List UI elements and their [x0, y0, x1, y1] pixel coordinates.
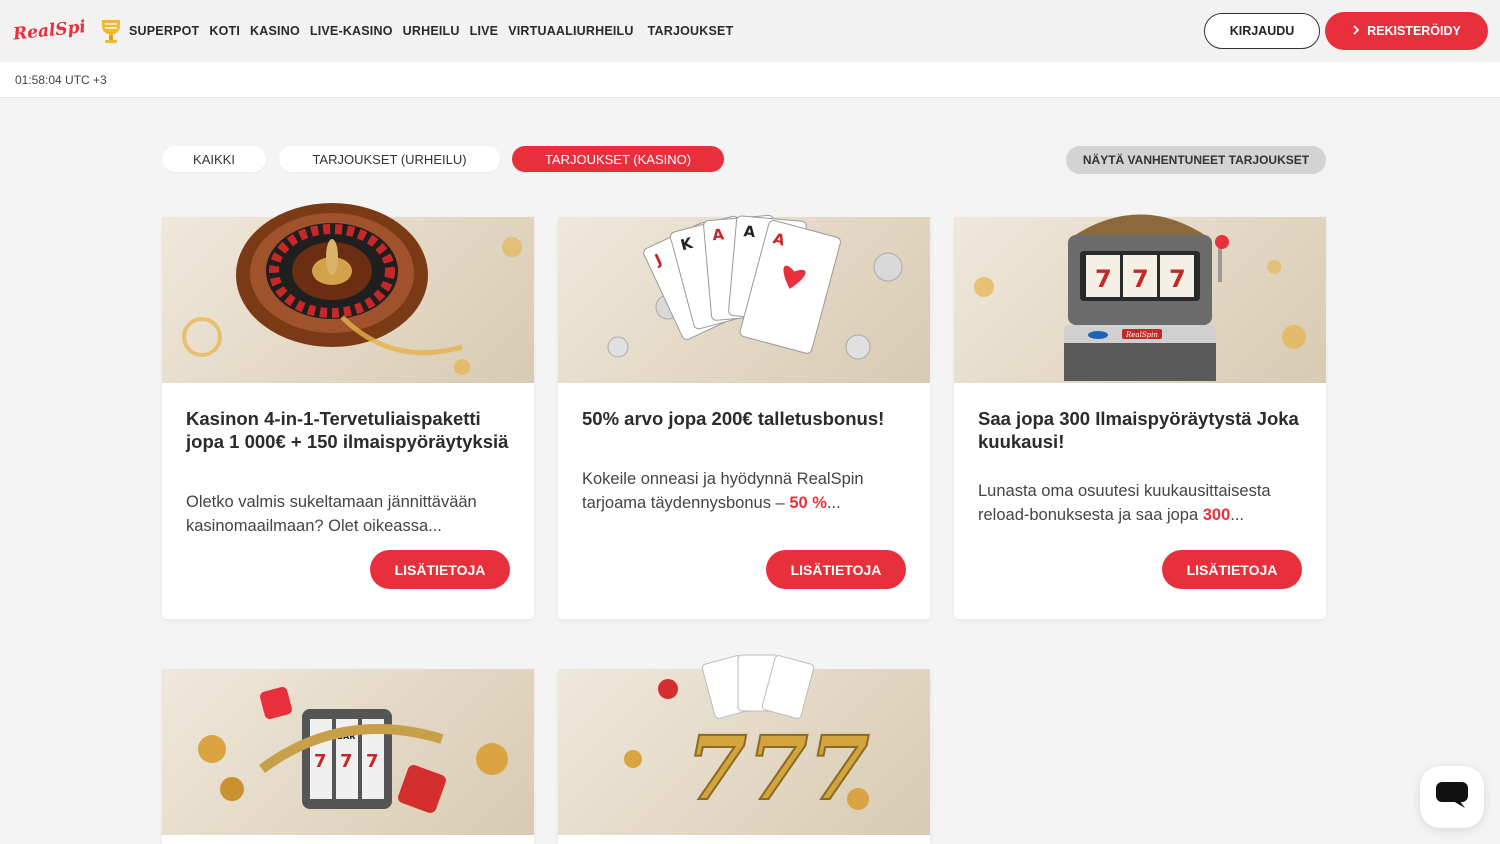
svg-text:777: 777 — [686, 716, 870, 820]
roulette-wheel-image — [162, 203, 534, 383]
offer-card: 7 7 7 BAR — [162, 669, 534, 844]
clock: 01:58:04 UTC +3 — [15, 73, 107, 87]
svg-text:7: 7 — [314, 751, 327, 772]
superpot-trophy-icon[interactable] — [100, 18, 122, 44]
chat-button[interactable] — [1420, 766, 1484, 828]
offer-card: 7 7 7 RealSpin Saa jopa 300 Ilmaispyöräy… — [954, 214, 1326, 619]
chevron-right-icon — [1352, 24, 1360, 38]
nav-tarjoukset[interactable]: TARJOUKSET — [648, 24, 734, 38]
nav-koti[interactable]: KOTI — [209, 24, 240, 38]
svg-text:7: 7 — [1095, 265, 1112, 293]
golden-777-image: 777 — [558, 654, 930, 835]
svg-text:7: 7 — [340, 751, 353, 772]
more-info-button[interactable]: LISÄTIETOJA — [766, 550, 906, 589]
nav-live[interactable]: LIVE — [470, 24, 499, 38]
register-button[interactable]: REKISTERÖIDY — [1325, 12, 1488, 50]
svg-text:7: 7 — [366, 751, 379, 772]
nav-superpot[interactable]: SUPERPOT — [129, 24, 199, 38]
time-bar: 01:58:04 UTC +3 — [0, 62, 1500, 98]
offer-title: 50% arvo jopa 200€ talletusbonus! — [582, 408, 885, 429]
header: RealSpin SUPERPOT KOTI KASINO LIVE-KASIN… — [0, 0, 1500, 62]
nav-kasino[interactable]: KASINO — [250, 24, 300, 38]
offer-description: Kokeile onneasi ja hyödynnä RealSpin tar… — [582, 470, 864, 512]
show-expired-offers-button[interactable]: NÄYTÄ VANHENTUNEET TARJOUKSET — [1066, 146, 1326, 174]
login-button[interactable]: KIRJAUDU — [1204, 13, 1320, 49]
nav-urheilu[interactable]: URHEILU — [403, 24, 460, 38]
svg-text:RealSpin: RealSpin — [1125, 331, 1158, 339]
more-info-button[interactable]: LISÄTIETOJA — [370, 550, 510, 589]
main-nav: SUPERPOT KOTI KASINO LIVE-KASINO URHEILU… — [129, 0, 733, 62]
filter-all[interactable]: KAIKKI — [162, 146, 266, 172]
slot-machine-image: 7 7 7 RealSpin — [954, 214, 1326, 383]
chat-icon — [1435, 780, 1469, 815]
svg-text:RealSpin: RealSpin — [12, 16, 84, 45]
offer-description: Oletko valmis sukeltamaan jännittävään k… — [186, 493, 477, 535]
svg-text:7: 7 — [1169, 265, 1186, 293]
more-info-button[interactable]: LISÄTIETOJA — [1162, 550, 1302, 589]
realspin-logo[interactable]: RealSpin — [11, 14, 99, 48]
offer-card: J K A A A 50% arvo jopa 200€ talletusbon… — [558, 214, 930, 619]
nav-live-kasino[interactable]: LIVE-KASINO — [310, 24, 393, 38]
offer-description: Lunasta oma osuutesi kuukausittaisesta r… — [978, 482, 1271, 524]
register-label: REKISTERÖIDY — [1367, 24, 1461, 38]
playing-cards-image: J K A A A — [558, 214, 930, 383]
slot-reels-dice-image: 7 7 7 BAR — [162, 669, 534, 835]
offer-title: Saa jopa 300 Ilmaispyöräytystä Joka kuuk… — [978, 408, 1299, 452]
svg-text:A: A — [712, 225, 726, 244]
svg-text:A: A — [743, 222, 757, 241]
nav-virtuaaliurheilu[interactable]: VIRTUAALIURHEILU — [508, 24, 633, 38]
filter-casino-offers[interactable]: TARJOUKSET (KASINO) — [512, 146, 724, 172]
filter-sports-offers[interactable]: TARJOUKSET (URHEILU) — [279, 146, 500, 172]
offer-title: Kasinon 4-in-1-Tervetuliaispaketti jopa … — [186, 408, 509, 452]
offer-card: Kasinon 4-in-1-Tervetuliaispaketti jopa … — [162, 203, 534, 619]
svg-text:7: 7 — [1132, 265, 1149, 293]
offer-card: 777 — [558, 654, 930, 844]
